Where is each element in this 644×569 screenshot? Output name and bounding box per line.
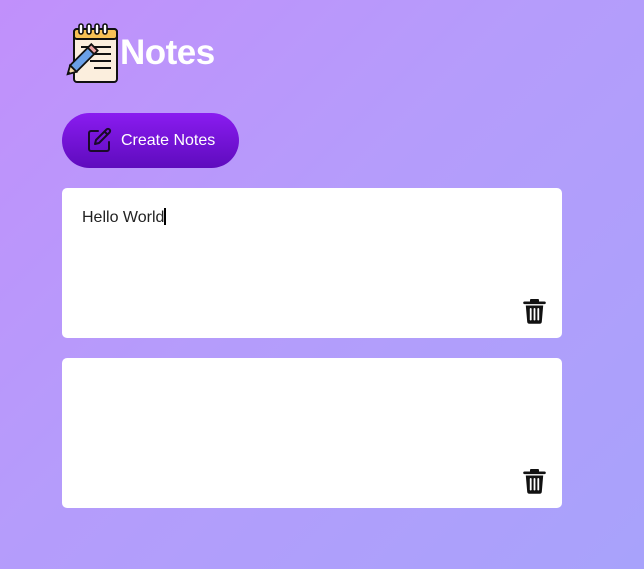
notepad-pencil-icon	[66, 23, 118, 83]
create-notes-button[interactable]: Create Notes	[62, 113, 239, 168]
note-card[interactable]: Hello World	[62, 188, 562, 338]
trash-icon	[523, 299, 546, 324]
delete-note-button[interactable]	[523, 298, 546, 324]
note-text: Hello World	[82, 209, 165, 226]
text-cursor	[164, 208, 166, 225]
create-notes-label: Create Notes	[121, 131, 216, 149]
note-text-area[interactable]: Hello World	[82, 208, 166, 227]
trash-icon	[523, 469, 546, 494]
note-card[interactable]	[62, 358, 562, 508]
app-title: Notes	[120, 32, 215, 72]
edit-icon	[88, 127, 112, 152]
delete-note-button[interactable]	[523, 468, 546, 494]
app-header: Notes	[62, 22, 217, 84]
